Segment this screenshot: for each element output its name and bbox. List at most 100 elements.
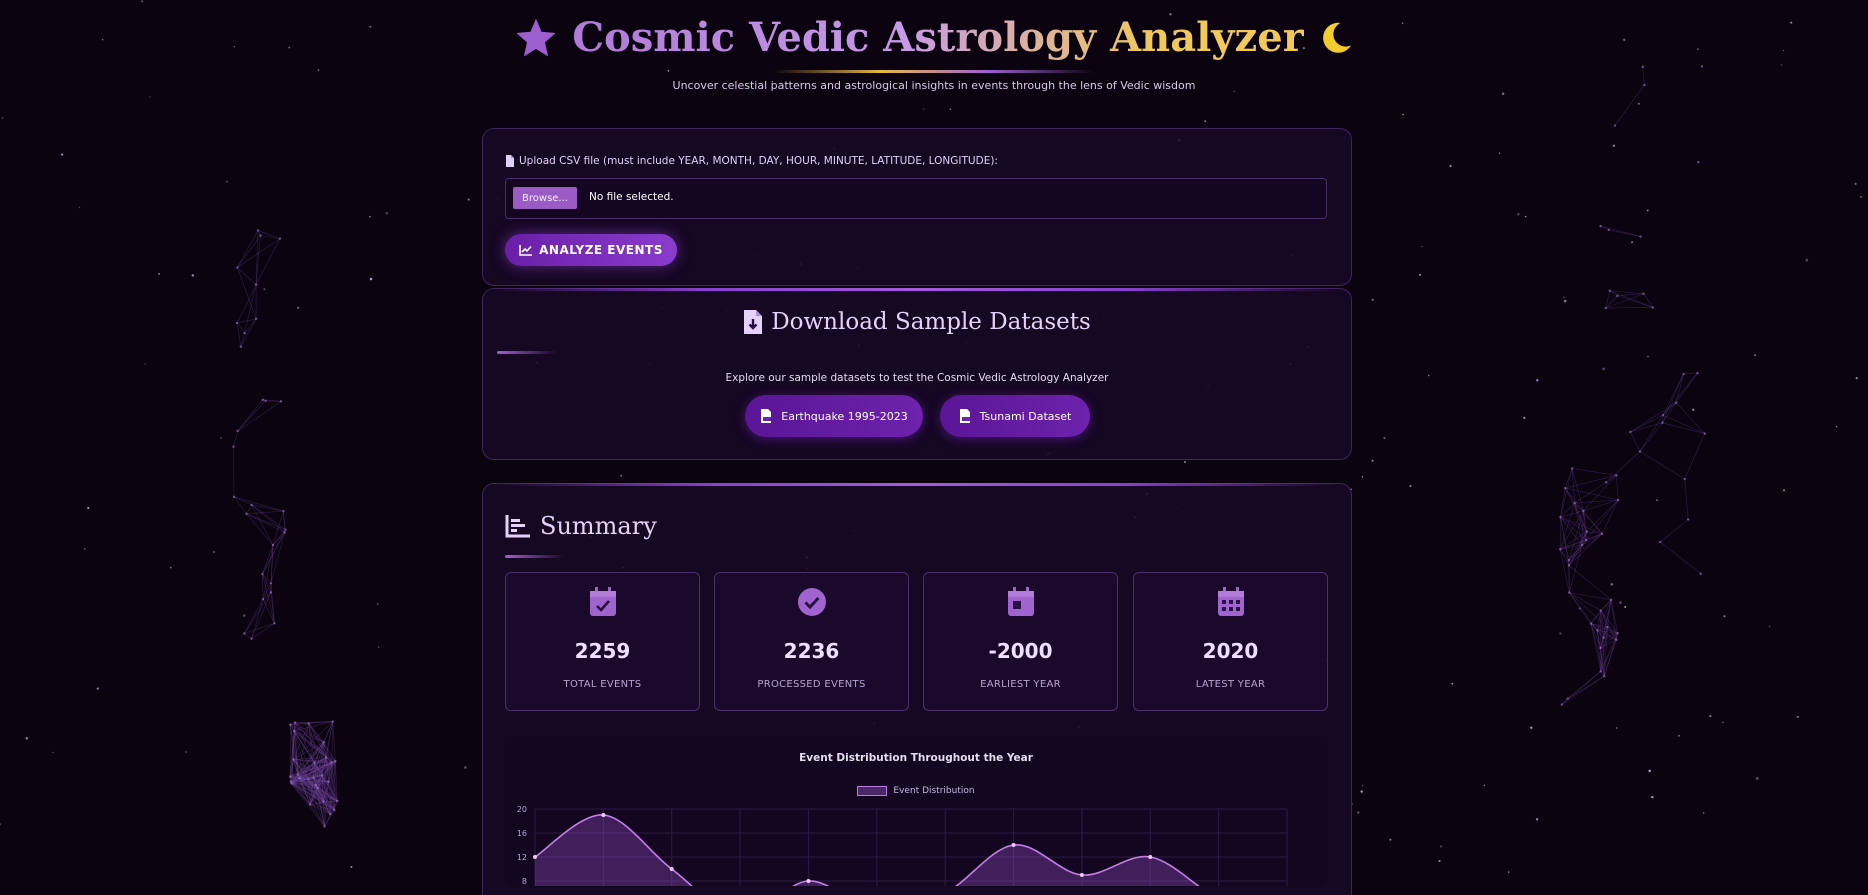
constellation-node xyxy=(1563,486,1567,490)
constellation-node xyxy=(1674,401,1678,404)
star-dot xyxy=(144,363,146,365)
star-dot xyxy=(1647,355,1649,358)
download-card: Download Sample Datasets Explore our sam… xyxy=(482,288,1352,460)
constellation-node xyxy=(1703,432,1706,435)
constellation-node xyxy=(232,495,236,499)
constellation-line xyxy=(1683,372,1698,375)
star-dot xyxy=(1563,299,1567,303)
data-point[interactable] xyxy=(601,813,606,817)
constellation-node xyxy=(1567,564,1571,567)
file-download-icon xyxy=(744,310,763,334)
constellation-line xyxy=(1605,295,1618,309)
constellation-line xyxy=(236,284,257,324)
star-dot xyxy=(1563,296,1565,299)
constellation-node xyxy=(232,445,235,448)
constellation-line xyxy=(1574,475,1617,504)
constellation-node xyxy=(331,720,334,723)
constellation-line xyxy=(246,510,284,515)
star-dot xyxy=(1782,489,1786,492)
star-dot xyxy=(376,603,379,605)
csv-file-icon xyxy=(761,409,772,423)
constellation-line xyxy=(240,332,245,347)
tsunami-dataset-button[interactable]: Tsunami Dataset xyxy=(940,395,1090,437)
constellation-line xyxy=(270,592,275,624)
constellation-node xyxy=(320,774,324,777)
constellation-node xyxy=(1683,477,1686,481)
analyze-events-button[interactable]: ANALYZE EVENTS xyxy=(505,234,677,266)
star-dot xyxy=(243,614,246,617)
constellation-node xyxy=(1651,306,1655,309)
constellation-node xyxy=(1606,625,1609,629)
constellation-node xyxy=(254,317,258,321)
constellation-node xyxy=(333,808,336,812)
browse-button[interactable]: Browse... xyxy=(513,187,577,209)
constellation-node xyxy=(316,786,319,790)
constellation-node xyxy=(1615,474,1618,477)
constellation-line xyxy=(246,504,252,514)
constellation-line xyxy=(1630,422,1663,433)
constellation-node xyxy=(1639,235,1642,238)
constellation-node xyxy=(1617,498,1620,502)
star-dot xyxy=(1612,144,1616,147)
constellation-line xyxy=(1564,468,1573,489)
analyze-events-label: ANALYZE EVENTS xyxy=(539,243,663,257)
constellation-node xyxy=(256,229,260,232)
constellation-node xyxy=(1638,450,1642,453)
constellation-line xyxy=(251,599,264,639)
stat-value: 2236 xyxy=(783,639,840,663)
constellation-node xyxy=(1609,598,1613,602)
download-description: Explore our sample datasets to test the … xyxy=(725,372,1109,384)
constellation-node xyxy=(1582,509,1585,513)
data-point[interactable] xyxy=(1011,843,1016,847)
check-circle-icon xyxy=(797,588,826,616)
star-dot xyxy=(1648,769,1651,773)
constellation-line xyxy=(1567,675,1605,699)
star-dot xyxy=(96,687,99,690)
star-dot xyxy=(1357,811,1360,814)
constellation-line xyxy=(1616,475,1619,500)
constellation-line xyxy=(1605,290,1611,309)
download-title: Download Sample Datasets xyxy=(483,309,1351,335)
calendar-check-icon xyxy=(589,587,616,616)
summary-card: Summary 2259 TOTAL EVENTS 2236 PROCESSED… xyxy=(482,483,1352,895)
data-point[interactable] xyxy=(806,879,811,883)
star-dot xyxy=(1535,818,1539,821)
page-header: Cosmic Vedic Astrology Analyzer Uncover … xyxy=(0,14,1868,92)
stat-value: -2000 xyxy=(988,639,1053,663)
constellation-node xyxy=(288,775,292,778)
upload-card: Upload CSV file (must include YEAR, MONT… xyxy=(482,128,1352,286)
constellation-node xyxy=(236,429,239,433)
stat-label: TOTAL EVENTS xyxy=(563,679,642,690)
star-dot xyxy=(1371,459,1374,462)
constellation-line xyxy=(237,267,257,319)
data-point[interactable] xyxy=(1148,855,1153,859)
star-dot xyxy=(1507,871,1510,873)
file-input[interactable]: Browse... No file selected. xyxy=(505,178,1327,219)
star-dot xyxy=(1361,475,1364,478)
constellation-node xyxy=(271,543,275,547)
star-dot xyxy=(1449,164,1452,168)
constellation-node xyxy=(261,398,265,401)
constellation-node xyxy=(336,799,339,803)
earthquake-dataset-button[interactable]: Earthquake 1995-2023 xyxy=(745,395,923,437)
data-point[interactable] xyxy=(669,867,674,871)
data-point[interactable] xyxy=(533,855,537,859)
constellation-line xyxy=(1572,468,1617,476)
file-icon xyxy=(506,155,514,167)
constellation-node xyxy=(334,759,337,763)
star-dot xyxy=(1421,245,1423,248)
star-dot xyxy=(464,766,467,769)
data-point[interactable] xyxy=(1079,873,1084,877)
constellation-node xyxy=(290,782,293,785)
constellation-node xyxy=(279,400,283,403)
earthquake-dataset-label: Earthquake 1995-2023 xyxy=(781,409,908,423)
constellation-node xyxy=(1560,703,1564,706)
constellation-node xyxy=(1642,292,1645,295)
constellation-line xyxy=(1639,415,1664,452)
constellation-node xyxy=(282,509,285,513)
moon-icon xyxy=(1322,22,1351,53)
star-dot xyxy=(1530,726,1533,729)
card-top-glow xyxy=(497,288,1337,291)
constellation-line xyxy=(1684,433,1706,480)
constellation-line xyxy=(1662,402,1677,416)
